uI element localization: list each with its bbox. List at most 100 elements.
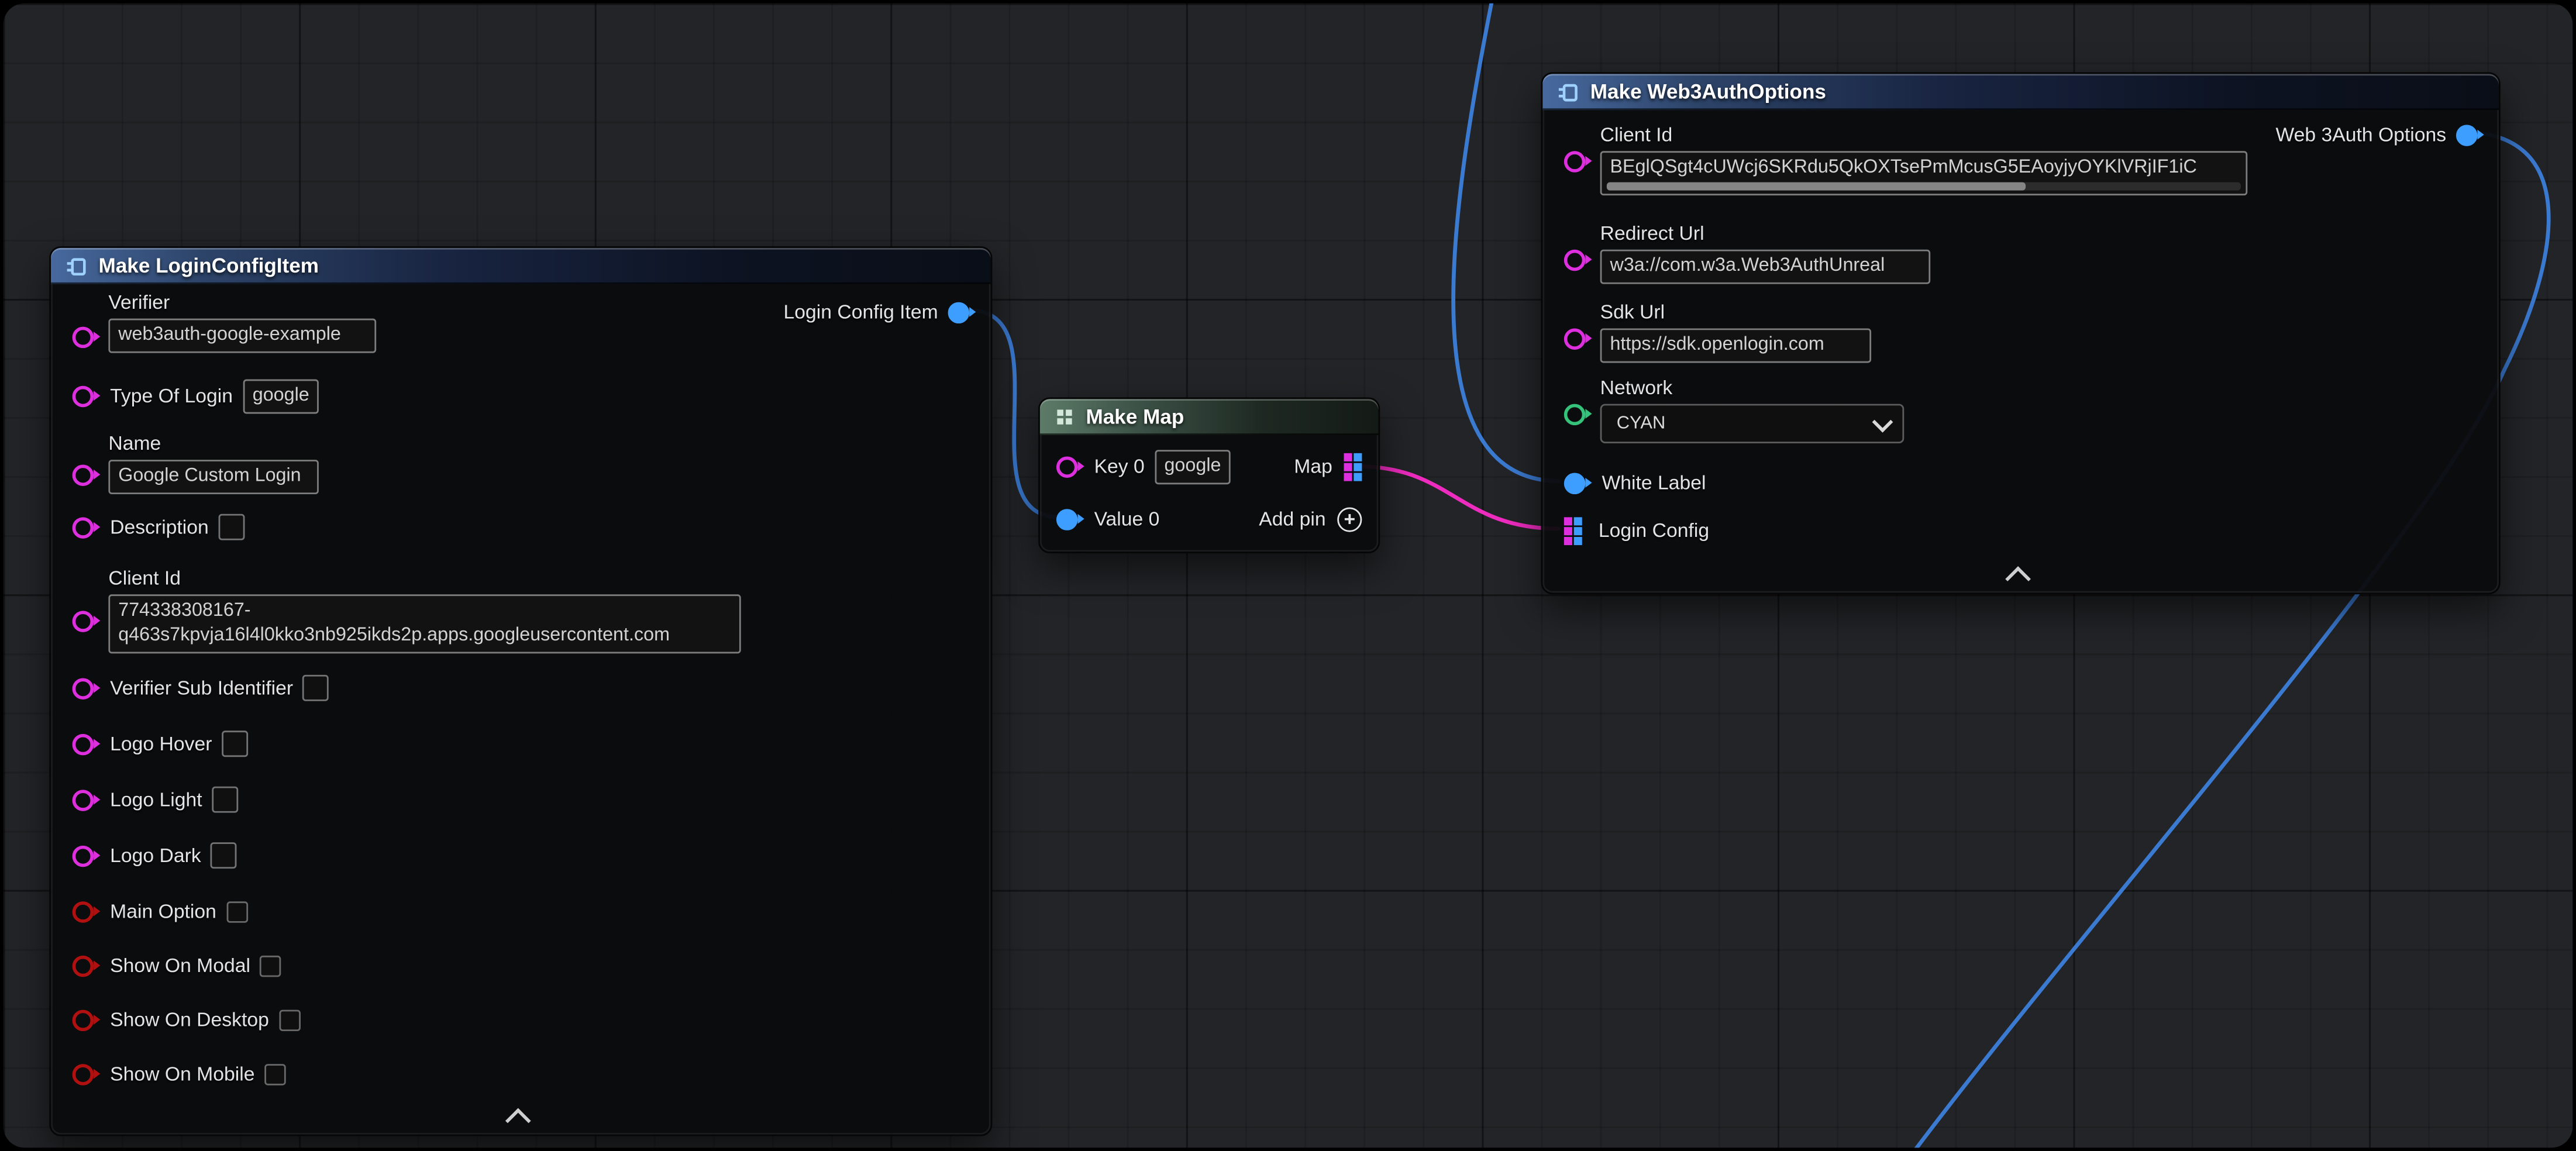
pin-label: Client Id — [108, 567, 741, 590]
logo-light-input[interactable] — [212, 787, 238, 813]
client-id-input-pin[interactable] — [1564, 151, 1592, 172]
sdk-url-input-pin[interactable] — [1564, 328, 1592, 349]
pin-label: Name — [108, 432, 319, 454]
main-option-checkbox[interactable] — [226, 901, 248, 922]
pin-label: Show On Mobile — [110, 1062, 254, 1085]
network-dropdown[interactable]: CYAN — [1600, 404, 1905, 443]
make-struct-icon — [66, 256, 87, 277]
show-on-modal-input-pin[interactable] — [73, 955, 101, 976]
description-input-pin[interactable] — [73, 516, 101, 537]
pin-label: Logo Dark — [110, 844, 201, 867]
web3auth-options-output-pin[interactable] — [2456, 124, 2484, 145]
pin-label: Network — [1600, 376, 1905, 399]
pin-row-verifier: Verifier web3auth-google-example — [108, 291, 376, 353]
client-id-value: BEglQSgt4cUWcj6SKRdu5QkOXTsePmMcusG5EAoy… — [1610, 158, 2196, 178]
main-option-input-pin[interactable] — [73, 901, 101, 922]
node-make-loginconfigitem[interactable]: Make LoginConfigItem Login Config Item V… — [49, 246, 992, 1136]
type-of-login-input[interactable]: google — [243, 378, 318, 413]
show-on-modal-checkbox[interactable] — [260, 955, 282, 976]
show-on-mobile-input-pin[interactable] — [73, 1063, 101, 1084]
chevron-down-icon — [1872, 411, 1893, 432]
verifier-input[interactable]: web3auth-google-example — [108, 319, 376, 353]
login-config-item-output-pin[interactable] — [948, 301, 976, 322]
client-id-input[interactable]: 774338308167-q463s7kpvja16l4l0kko3nb925i… — [108, 594, 741, 653]
redirect-url-input-pin[interactable] — [1564, 250, 1592, 271]
pin-row-sdk-url: Sdk Url https://sdk.openlogin.com — [1600, 301, 1871, 363]
pin-label: Map — [1294, 455, 1332, 478]
verifier-sub-identifier-input[interactable] — [303, 675, 329, 701]
redirect-url-input[interactable]: w3a://com.w3a.Web3AuthUnreal — [1600, 250, 1931, 284]
network-dropdown-value: CYAN — [1617, 413, 1666, 433]
pin-row-network: Network CYAN — [1600, 376, 1905, 443]
chevron-up-icon — [505, 1108, 531, 1134]
pin-row-redirect-url: Redirect Url w3a://com.w3a.Web3AuthUnrea… — [1600, 222, 1931, 284]
logo-dark-input-pin[interactable] — [73, 845, 101, 866]
collapse-button[interactable] — [1542, 567, 2499, 585]
node-make-map[interactable]: Make Map Key 0 google Map Value 0 Add pi… — [1038, 397, 1380, 553]
pin-row-verifier-sub-identifier: Verifier Sub Identifier — [73, 667, 329, 709]
white-label-input-pin[interactable] — [1564, 472, 1592, 493]
network-input-pin[interactable] — [1564, 404, 1592, 425]
type-of-login-input-pin[interactable] — [73, 385, 101, 406]
logo-hover-input[interactable] — [222, 730, 248, 757]
node-header[interactable]: Make Map — [1040, 399, 1379, 435]
map-output-pin[interactable] — [1344, 452, 1362, 480]
logo-hover-input-pin[interactable] — [73, 733, 101, 754]
output-pin-row-login-config-item: Login Config Item — [784, 299, 976, 325]
client-id-input-pin[interactable] — [73, 611, 101, 632]
pin-label: Value 0 — [1094, 507, 1160, 530]
pin-label: Key 0 — [1094, 455, 1145, 478]
client-id-scrollbar-thumb[interactable] — [1607, 182, 2026, 191]
description-input[interactable] — [219, 514, 245, 540]
show-on-mobile-checkbox[interactable] — [264, 1063, 286, 1084]
chevron-up-icon — [2005, 566, 2030, 592]
pin-row-logo-dark: Logo Dark — [73, 834, 237, 877]
map-output-group: Map — [1294, 452, 1362, 480]
client-id-scrollbar[interactable] — [1607, 182, 2241, 191]
pin-row-client-id: Client Id BEglQSgt4cUWcj6SKRdu5QkOXTsePm… — [1600, 123, 2248, 196]
node-title: Make LoginConfigItem — [99, 254, 319, 277]
name-input[interactable]: Google Custom Login — [108, 460, 319, 494]
pin-label: White Label — [1602, 471, 1706, 494]
blueprint-editor: Make LoginConfigItem Login Config Item V… — [0, 0, 2576, 1151]
key-0-input[interactable]: google — [1155, 449, 1230, 484]
pin-label: Show On Modal — [110, 954, 250, 977]
node-header[interactable]: Make LoginConfigItem — [51, 248, 991, 284]
add-pin-label: Add pin — [1259, 507, 1325, 530]
pin-label: Sdk Url — [1600, 301, 1871, 323]
value-0-input-pin[interactable] — [1056, 508, 1084, 529]
pin-label: Verifier — [108, 291, 376, 313]
key-0-input-pin[interactable] — [1056, 456, 1084, 477]
pin-row-logo-hover: Logo Hover — [73, 722, 249, 765]
pin-row-show-on-modal: Show On Modal — [73, 944, 282, 987]
verifier-input-pin[interactable] — [73, 327, 101, 348]
node-title: Make Web3AuthOptions — [1590, 81, 1826, 104]
pin-row-show-on-desktop: Show On Desktop — [73, 998, 301, 1041]
collapse-button[interactable] — [51, 1108, 991, 1126]
logo-light-input-pin[interactable] — [73, 789, 101, 810]
pin-label: Logo Light — [110, 788, 202, 811]
pin-label: Type Of Login — [110, 384, 233, 407]
pin-row-show-on-mobile: Show On Mobile — [73, 1053, 286, 1095]
pin-label: Redirect Url — [1600, 222, 1931, 244]
output-pin-row-web3auth-options: Web 3Auth Options — [2275, 122, 2484, 148]
pin-row-logo-light: Logo Light — [73, 778, 239, 821]
verifier-sub-identifier-input-pin[interactable] — [73, 677, 101, 698]
add-pin-button[interactable] — [1337, 506, 1362, 531]
show-on-desktop-checkbox[interactable] — [279, 1009, 301, 1030]
node-header[interactable]: Make Web3AuthOptions — [1542, 74, 2499, 110]
pin-label: Login Config — [1599, 519, 1709, 542]
pin-label: Main Option — [110, 900, 216, 922]
show-on-desktop-input-pin[interactable] — [73, 1009, 101, 1030]
login-config-input-pin[interactable] — [1564, 516, 1582, 545]
blueprint-canvas[interactable]: Make LoginConfigItem Login Config Item V… — [4, 4, 2573, 1148]
node-make-web3authoptions[interactable]: Make Web3AuthOptions Web 3Auth Options C… — [1541, 73, 2501, 595]
logo-dark-input[interactable] — [211, 842, 237, 869]
name-input-pin[interactable] — [73, 464, 101, 485]
client-id-input[interactable]: BEglQSgt4cUWcj6SKRdu5QkOXTsePmMcusG5EAoy… — [1600, 151, 2248, 195]
pin-row-login-config: Login Config — [1564, 509, 1709, 552]
pin-row-white-label: White Label — [1564, 461, 1706, 504]
pin-row-name: Name Google Custom Login — [108, 432, 319, 494]
sdk-url-input[interactable]: https://sdk.openlogin.com — [1600, 328, 1871, 363]
make-struct-icon — [1558, 81, 1579, 102]
